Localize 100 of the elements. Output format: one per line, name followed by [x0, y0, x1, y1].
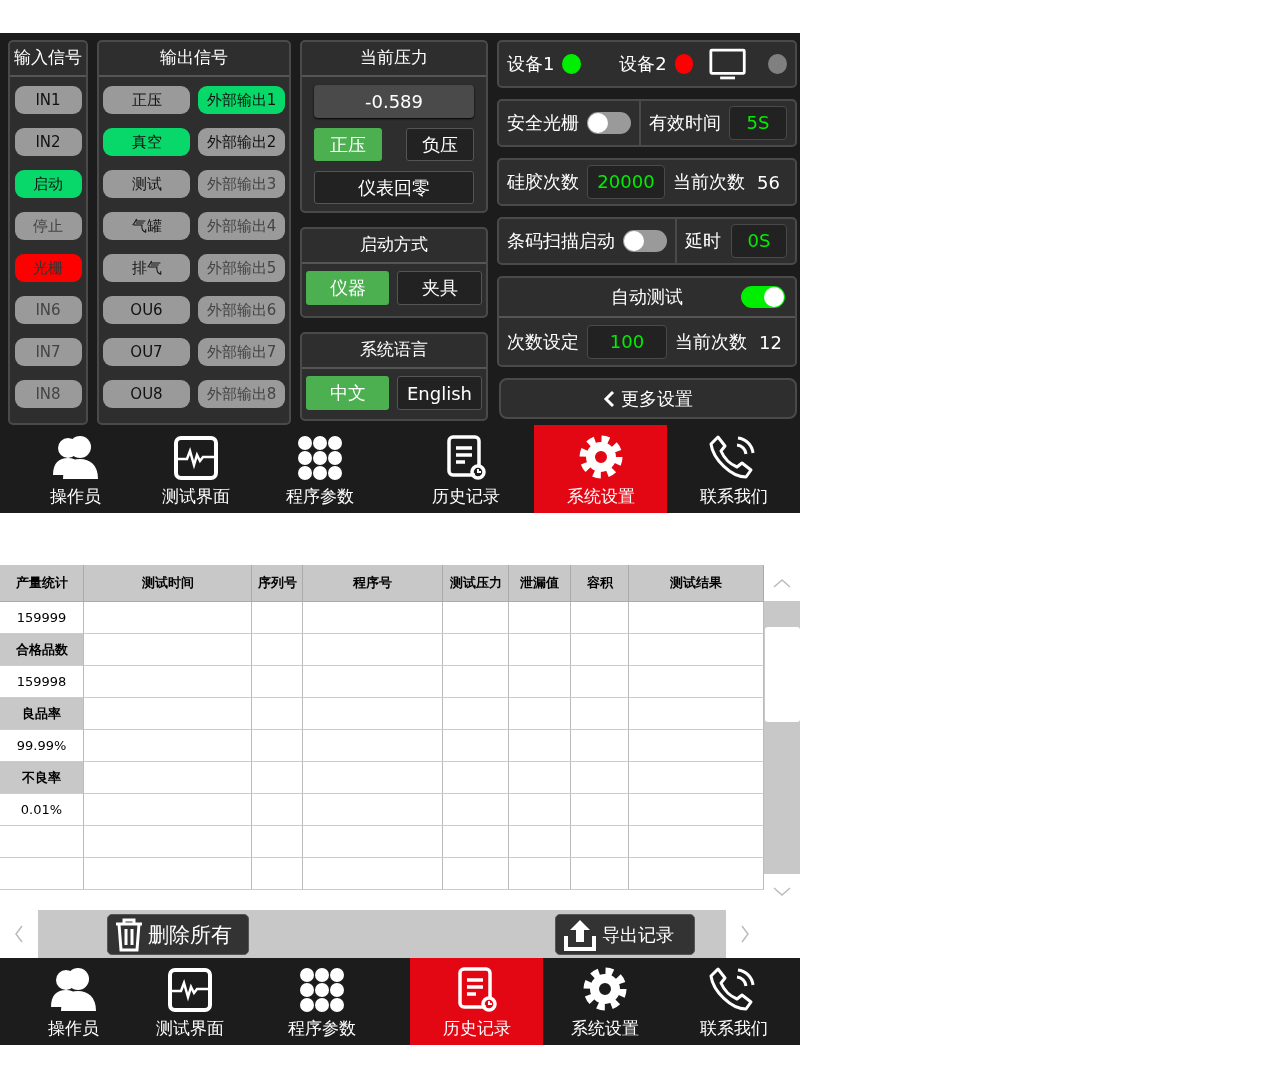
table-cell [509, 634, 571, 666]
waveform-monitor-icon [173, 435, 219, 481]
column-header: 容积 [571, 565, 629, 602]
nav-tab[interactable]: 历史记录 [398, 425, 534, 513]
value-field[interactable]: 5S [729, 106, 787, 140]
option-button[interactable]: English [397, 376, 482, 410]
table-cell [509, 762, 571, 794]
signal-indicator[interactable]: IN1 [14, 86, 82, 114]
value-field[interactable]: 0S [730, 224, 787, 258]
table-cell [571, 794, 629, 826]
table-cell [509, 826, 571, 858]
table-cell [443, 666, 509, 698]
nav-tab[interactable]: 联系我们 [667, 425, 800, 513]
nav-tab[interactable]: 操作员 [0, 958, 146, 1045]
table-cell [571, 634, 629, 666]
nav-tab[interactable]: 历史记录 [410, 958, 543, 1045]
table-cell [443, 602, 509, 634]
setting-label: 次数设定 [507, 330, 579, 354]
signal-indicator[interactable]: 正压 [103, 86, 190, 114]
toggle-switch[interactable] [741, 286, 785, 308]
table-cell [571, 858, 629, 890]
table-cell [571, 826, 629, 858]
table-cell [571, 698, 629, 730]
table-cell [443, 858, 509, 890]
table-cell [443, 634, 509, 666]
panel-title: 输出信号 [99, 42, 289, 77]
signal-indicator[interactable]: 气罐 [103, 212, 190, 240]
device-label: 设备2 [619, 52, 667, 76]
pressure-display: -0.589 [314, 85, 474, 118]
column-header: 程序号 [303, 565, 443, 602]
gear-icon [581, 965, 629, 1013]
nav-tab[interactable]: 系统设置 [534, 425, 667, 513]
table-cell [252, 826, 303, 858]
nav-tab[interactable]: 程序参数 [242, 425, 398, 513]
dot-grid-icon [299, 967, 345, 1013]
toggle-switch[interactable] [587, 112, 631, 134]
table-cell [252, 794, 303, 826]
table-cell [571, 602, 629, 634]
table-cell [571, 730, 629, 762]
signal-indicator[interactable]: 启动 [14, 170, 82, 198]
value-field[interactable]: 20000 [587, 165, 665, 199]
signal-indicator[interactable]: 外部输出2 [198, 128, 285, 156]
column-header: 产量统计 [0, 565, 84, 602]
chevron-right-icon [740, 924, 750, 944]
nav-tab[interactable]: 操作员 [0, 425, 150, 513]
stat-value: 0.01% [0, 794, 84, 826]
option-button[interactable]: 夹具 [397, 271, 482, 305]
nav-tab[interactable]: 测试界面 [146, 958, 234, 1045]
column-header: 序列号 [252, 565, 303, 602]
option-button[interactable]: 负压 [406, 128, 474, 161]
table-cell [571, 666, 629, 698]
setting-label: 当前次数 [675, 330, 747, 354]
chevron-left-icon [14, 924, 24, 944]
document-clock-icon [445, 435, 487, 481]
setting-label: 硅胶次数 [507, 170, 579, 194]
panel-title: 输入信号 [10, 42, 86, 77]
horizontal-scrollbar[interactable]: 删除所有 导出记录 [38, 910, 726, 958]
signal-indicator[interactable]: 排气 [103, 254, 190, 282]
chevron-left-icon [603, 389, 615, 408]
panel-title: 当前压力 [302, 42, 486, 77]
scroll-thumb[interactable] [765, 627, 800, 722]
table-cell [509, 698, 571, 730]
signal-indicator[interactable]: IN2 [14, 128, 82, 156]
table-cell [509, 730, 571, 762]
table-cell [443, 698, 509, 730]
column-header: 测试结果 [629, 565, 764, 602]
delete-all-button[interactable]: 删除所有 [107, 914, 249, 955]
upload-icon [562, 917, 598, 952]
nav-tab[interactable]: 测试界面 [150, 425, 242, 513]
column-header: 测试时间 [84, 565, 252, 602]
more-settings-button[interactable]: 更多设置 [499, 378, 797, 419]
signal-indicator[interactable]: 真空 [103, 128, 190, 156]
nav-tab[interactable]: 联系我们 [667, 958, 800, 1045]
setting-label: 有效时间 [649, 111, 721, 135]
table-cell [252, 730, 303, 762]
value-field[interactable]: 100 [587, 325, 667, 359]
signal-indicator[interactable]: 测试 [103, 170, 190, 198]
panel-title: 系统语言 [302, 334, 486, 369]
signal-indicator[interactable]: 外部输出1 [198, 86, 285, 114]
toggle-switch[interactable] [623, 230, 667, 252]
signal-indicator[interactable]: OU6 [103, 296, 190, 324]
nav-tab[interactable]: 程序参数 [234, 958, 410, 1045]
table-cell [509, 858, 571, 890]
signal-indicator[interactable]: OU7 [103, 338, 190, 366]
table-cell [443, 730, 509, 762]
table-cell [509, 602, 571, 634]
signal-indicator[interactable]: OU8 [103, 380, 190, 408]
users-icon [49, 967, 97, 1013]
waveform-monitor-icon [167, 967, 213, 1013]
export-button[interactable]: 导出记录 [555, 914, 695, 955]
table-cell [571, 762, 629, 794]
zero-button[interactable]: 仪表回零 [314, 171, 474, 204]
column-header: 泄漏值 [509, 565, 571, 602]
table-cell [252, 602, 303, 634]
setting-label: 条码扫描启动 [507, 229, 615, 253]
setting-label: 安全光栅 [507, 111, 579, 135]
dot-grid-icon [297, 435, 343, 481]
table-cell [443, 762, 509, 794]
nav-tab[interactable]: 系统设置 [543, 958, 667, 1045]
users-icon [51, 435, 99, 481]
